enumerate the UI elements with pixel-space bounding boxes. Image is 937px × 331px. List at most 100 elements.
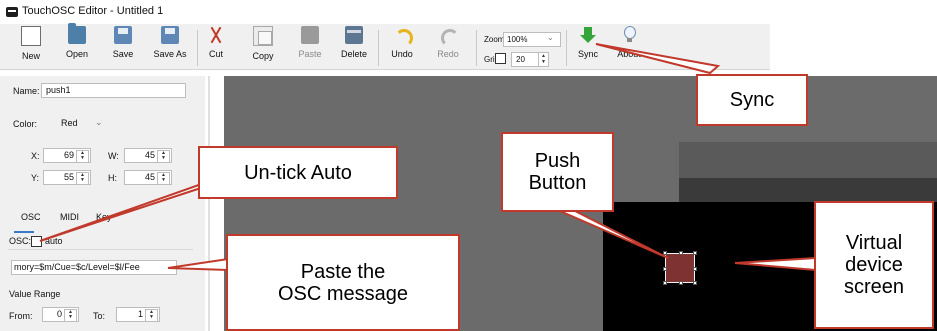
save-button[interactable]: Save bbox=[98, 26, 148, 59]
delete-button[interactable]: Delete bbox=[329, 26, 379, 59]
spin-arrows-icon[interactable]: ▲ ▼ bbox=[157, 150, 170, 163]
device-status-bar bbox=[679, 178, 937, 202]
zoom-label: Zoom bbox=[484, 35, 505, 44]
resize-handle[interactable] bbox=[693, 251, 697, 255]
h-value: 45 bbox=[144, 172, 155, 182]
tab-key[interactable]: Key bbox=[96, 212, 112, 222]
grid-size-value: 20 bbox=[516, 55, 525, 64]
h-label: H: bbox=[108, 173, 117, 183]
app-icon bbox=[6, 7, 18, 17]
untick-auto-callout: Un-tick Auto bbox=[198, 146, 398, 199]
virtual-device-callout: Virtual device screen bbox=[814, 201, 934, 329]
copy-icon bbox=[253, 26, 273, 46]
about-label: About bbox=[617, 49, 641, 59]
resize-handle[interactable] bbox=[663, 267, 667, 271]
resize-handle[interactable] bbox=[663, 251, 667, 255]
spin-arrows-icon[interactable]: ▲ ▼ bbox=[64, 309, 77, 322]
open-label: Open bbox=[65, 49, 89, 59]
chevron-down-icon: ⌄ bbox=[95, 117, 103, 127]
y-stepper[interactable]: 55 ▲ ▼ bbox=[43, 170, 91, 185]
chevron-down-icon: ⌄ bbox=[547, 33, 554, 42]
color-label: Color: bbox=[13, 119, 38, 129]
name-value: push1 bbox=[46, 85, 71, 95]
resize-handle[interactable] bbox=[679, 251, 683, 255]
spin-arrows-icon[interactable]: ▲ ▼ bbox=[76, 150, 89, 163]
resize-handle[interactable] bbox=[679, 281, 683, 285]
tab-osc[interactable]: OSC bbox=[21, 212, 41, 222]
osc-label: OSC: bbox=[9, 236, 32, 246]
open-button[interactable]: Open bbox=[52, 23, 102, 59]
properties-panel: Name: push1 Color: Red ⌄ X: 69 ▲ ▼ W: 45 ▲ ▼… bbox=[0, 76, 205, 331]
auto-label: auto bbox=[45, 236, 63, 246]
y-label: Y: bbox=[31, 173, 40, 183]
undo-arrow-icon bbox=[393, 26, 413, 47]
push-button-callout: Push Button bbox=[501, 132, 614, 212]
name-field[interactable]: push1 bbox=[41, 83, 186, 98]
delete-icon bbox=[345, 26, 363, 44]
panel-splitter[interactable] bbox=[208, 76, 210, 331]
save-label: Save bbox=[112, 49, 134, 59]
from-stepper[interactable]: 0 ▲ ▼ bbox=[42, 307, 79, 322]
zoom-value: 100% bbox=[507, 35, 528, 44]
delete-label: Delete bbox=[340, 49, 367, 59]
osc-message-field[interactable]: mory=$m/Cue=$c/Level=$l/Fee bbox=[11, 260, 177, 275]
from-value: 0 bbox=[56, 309, 62, 319]
redo-label: Redo bbox=[437, 49, 459, 59]
new-button[interactable]: New bbox=[6, 26, 56, 61]
new-label: New bbox=[21, 51, 40, 61]
tab-midi[interactable]: MIDI bbox=[60, 212, 79, 222]
title-bar: TouchOSC Editor - Untitled 1 bbox=[0, 0, 937, 24]
divider bbox=[8, 249, 193, 250]
grid-checkbox[interactable] bbox=[495, 53, 506, 64]
about-button[interactable]: About bbox=[604, 26, 654, 59]
x-label: X: bbox=[31, 151, 40, 161]
new-file-icon bbox=[21, 26, 41, 46]
redo-arrow-icon bbox=[439, 26, 459, 47]
to-label: To: bbox=[93, 311, 106, 321]
to-value: 1 bbox=[137, 309, 143, 319]
name-label: Name: bbox=[13, 86, 40, 96]
paste-osc-callout: Paste the OSC message bbox=[226, 234, 460, 331]
resize-handle[interactable] bbox=[693, 267, 697, 271]
redo-button[interactable]: Redo bbox=[423, 26, 473, 59]
osc-message-value: mory=$m/Cue=$c/Level=$l/Fee bbox=[14, 262, 140, 272]
auto-checkbox[interactable] bbox=[31, 236, 42, 247]
y-value: 55 bbox=[63, 172, 74, 182]
cut-label: Cut bbox=[208, 49, 223, 59]
toolbar-separator bbox=[476, 30, 477, 66]
paste-button[interactable]: Paste bbox=[285, 26, 335, 59]
copy-button[interactable]: Copy bbox=[238, 26, 288, 61]
color-select[interactable]: Red ⌄ bbox=[45, 114, 111, 132]
color-value: Red bbox=[61, 118, 78, 128]
lightbulb-icon bbox=[620, 26, 638, 44]
folder-icon bbox=[68, 23, 86, 44]
save-as-label: Save As bbox=[153, 49, 187, 59]
cut-button[interactable]: Cut bbox=[191, 26, 241, 59]
download-arrow-icon bbox=[579, 26, 597, 44]
active-tab-indicator bbox=[14, 231, 34, 233]
spin-arrows-icon[interactable]: ▲ ▼ bbox=[157, 172, 170, 185]
spin-arrows-icon[interactable]: ▲ ▼ bbox=[145, 309, 158, 322]
w-value: 45 bbox=[144, 150, 155, 160]
save-as-button[interactable]: Save As bbox=[145, 26, 195, 59]
resize-handle[interactable] bbox=[663, 281, 667, 285]
h-stepper[interactable]: 45 ▲ ▼ bbox=[124, 170, 172, 185]
undo-label: Undo bbox=[391, 49, 413, 59]
spin-arrows-icon[interactable]: ▲ ▼ bbox=[538, 53, 548, 66]
scissors-icon bbox=[207, 26, 225, 44]
w-stepper[interactable]: 45 ▲ ▼ bbox=[124, 148, 172, 163]
w-label: W: bbox=[108, 151, 119, 161]
save-icon bbox=[114, 26, 132, 44]
value-range-label: Value Range bbox=[9, 289, 61, 299]
to-stepper[interactable]: 1 ▲ ▼ bbox=[116, 307, 160, 322]
clipboard-icon bbox=[301, 26, 319, 44]
spin-arrows-icon[interactable]: ▲ ▼ bbox=[76, 172, 89, 185]
paste-label: Paste bbox=[298, 49, 322, 59]
sync-callout: Sync bbox=[696, 74, 808, 126]
window-title: TouchOSC Editor - Untitled 1 bbox=[22, 5, 164, 17]
undo-button[interactable]: Undo bbox=[377, 26, 427, 59]
push-button-control[interactable] bbox=[663, 251, 697, 285]
grid-size-stepper[interactable]: 20 ▲ ▼ bbox=[511, 52, 549, 67]
resize-handle[interactable] bbox=[693, 281, 697, 285]
x-stepper[interactable]: 69 ▲ ▼ bbox=[43, 148, 91, 163]
